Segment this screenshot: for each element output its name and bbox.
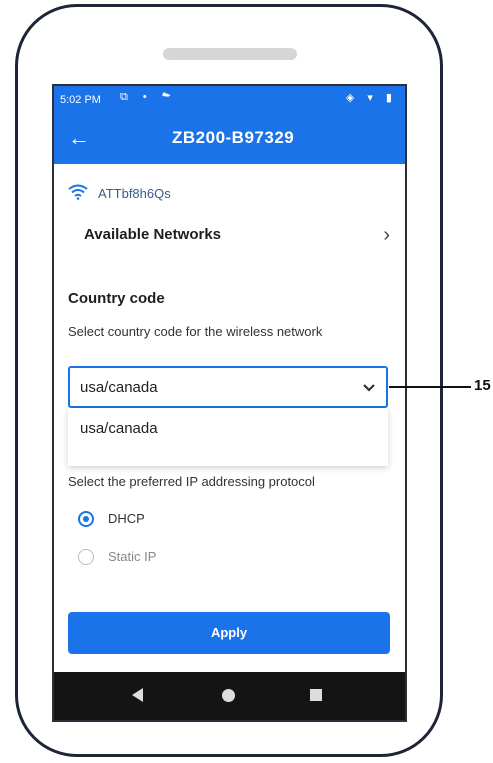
radio-unselected-icon (78, 549, 94, 565)
nav-home-icon[interactable] (222, 689, 235, 702)
callout-label: 15 (474, 377, 491, 394)
wifi-ssid: ATTbf8h6Qs (98, 186, 171, 201)
available-networks-label: Available Networks (84, 226, 221, 243)
android-nav-bar (54, 672, 405, 720)
callout-line (389, 386, 471, 388)
phone-speaker (163, 48, 297, 60)
radio-static-ip-label: Static IP (108, 549, 157, 564)
chevron-right-icon: › (383, 224, 390, 246)
status-system-icons: ◈ ▾ ▮ (345, 92, 397, 104)
country-code-menu: usa/canada (68, 408, 388, 466)
radio-dhcp-label: DHCP (108, 511, 145, 526)
ip-protocol-description: Select the preferred IP addressing proto… (68, 474, 315, 489)
page-title: ZB200-B97329 (172, 128, 295, 147)
chevron-down-icon (363, 384, 375, 392)
nav-back-icon[interactable] (132, 688, 143, 702)
status-time: 5:02 PM (60, 94, 101, 106)
country-code-option[interactable]: usa/canada (80, 420, 158, 437)
country-code-dropdown[interactable]: usa/canada (68, 366, 388, 408)
country-code-selected: usa/canada (80, 379, 158, 396)
status-notification-icons: ⧉ • ☁ (120, 91, 177, 103)
country-code-description: Select country code for the wireless net… (68, 324, 323, 339)
nav-recents-icon[interactable] (310, 689, 322, 701)
available-networks-row[interactable]: Available Networks › (84, 224, 390, 250)
status-bar: 5:02 PM ⧉ • ☁ ◈ ▾ ▮ (54, 86, 405, 114)
arrow-left-icon[interactable]: ← (68, 124, 90, 152)
radio-selected-icon (78, 511, 94, 527)
country-code-heading: Country code (68, 290, 165, 307)
apply-button[interactable]: Apply (68, 612, 390, 654)
app-bar: ← ZB200-B97329 (54, 114, 405, 164)
phone-screen: 5:02 PM ⧉ • ☁ ◈ ▾ ▮ ← ZB200-B97329 ATTbf… (52, 84, 407, 722)
wifi-icon (68, 184, 88, 200)
